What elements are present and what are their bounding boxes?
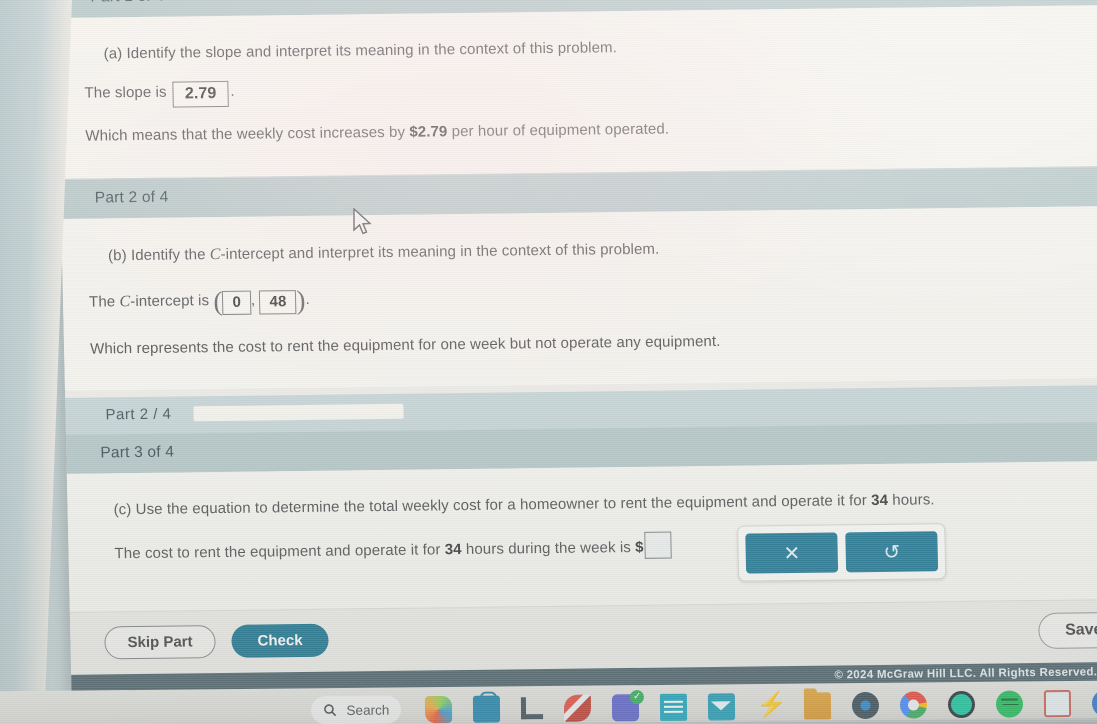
assignment-page: Part 1 of 4 (a) Identify the slope and i…: [56, 0, 1097, 696]
chrome-icon[interactable]: [900, 690, 928, 719]
interpretation-amount: $2.79: [409, 123, 448, 141]
part-3-answer-lead-pre: The cost to rent the equipment and opera…: [114, 541, 445, 563]
spotify-icon[interactable]: [996, 689, 1024, 718]
part-1-answer-period: .: [230, 83, 235, 101]
monitor-bezel: [0, 0, 73, 724]
copyright-text: © 2024 McGraw Hill LLC. All Rights Reser…: [834, 666, 1097, 682]
search-icon: [323, 704, 336, 717]
part-2-prompt-pre: (b) Identify the: [107, 245, 210, 264]
bolt-icon[interactable]: ⚡: [756, 690, 787, 719]
undo-button[interactable]: ↺: [845, 531, 939, 573]
skip-part-button[interactable]: Skip Part: [104, 624, 216, 659]
lshape-icon[interactable]: [521, 697, 544, 720]
part-3-prompt-post: hours.: [887, 491, 935, 509]
start-button-icon[interactable]: [285, 697, 289, 724]
part-2-answer-lead-pre: The: [88, 293, 120, 311]
mail-icon[interactable]: [708, 692, 736, 720]
coordinate-comma: ,: [250, 291, 256, 309]
part-2-prompt-post: -intercept and interpret its meaning in …: [220, 240, 660, 263]
part-3-answer-line: The cost to rent the equipment and opera…: [94, 522, 692, 574]
part-2-variable-c: C: [209, 245, 221, 263]
part-3-answer-hours: 34: [444, 541, 462, 559]
part-3-answer-lead-post: hours during the week is: [461, 539, 632, 559]
blue-circle-icon[interactable]: [1092, 689, 1097, 717]
c-intercept-x-box[interactable]: 0: [222, 290, 252, 316]
office-icon[interactable]: [564, 694, 592, 722]
red-square-icon[interactable]: [1044, 689, 1072, 717]
progress-bar: [193, 403, 404, 422]
paint-icon[interactable]: [425, 695, 453, 723]
slope-answer-box[interactable]: 2.79: [172, 81, 229, 108]
taskbar-search-box[interactable]: Search: [310, 695, 402, 724]
save-for-later-button[interactable]: Save Fo: [1037, 611, 1097, 650]
part-3-prompt-hours: 34: [870, 491, 889, 509]
c-intercept-y-box[interactable]: 48: [259, 290, 297, 315]
answer-keypad: ✕ ↺: [737, 523, 947, 582]
mouse-cursor: [353, 208, 372, 235]
part-1-card: (a) Identify the slope and interpret its…: [56, 4, 1097, 179]
cost-answer-input[interactable]: [644, 531, 672, 559]
gear-icon[interactable]: [852, 691, 880, 719]
taskbar-icon-group: ⚡: [425, 689, 1097, 723]
taskbar-search-placeholder: Search: [346, 702, 390, 718]
grammarly-icon[interactable]: [948, 690, 976, 718]
bag-icon[interactable]: [473, 694, 501, 723]
folder-icon[interactable]: [804, 691, 832, 720]
part-3-answer-row: The cost to rent the equipment and opera…: [68, 516, 1097, 589]
part-2-answer-lead-post: -intercept is: [130, 292, 210, 311]
notes-icon[interactable]: [660, 693, 688, 721]
clear-button[interactable]: ✕: [745, 532, 839, 574]
teams-icon[interactable]: [612, 693, 640, 721]
part-2-answer-period: .: [305, 291, 310, 309]
interpretation-pre-text: Which means that the weekly cost increas…: [85, 123, 410, 145]
check-button[interactable]: Check: [231, 623, 329, 658]
currency-symbol: $: [635, 538, 644, 556]
part-3-card: (c) Use the equation to determine the to…: [66, 460, 1097, 612]
photographed-screen-scene: Part 1 of 4 (a) Identify the slope and i…: [0, 0, 1097, 724]
part-3-prompt-pre: (c) Use the equation to determine the to…: [113, 491, 872, 519]
part-1-answer-label: The slope is: [84, 83, 167, 102]
progress-label: Part 2 / 4: [105, 405, 172, 424]
part-2-card: (b) Identify the C-intercept and interpr…: [61, 204, 1097, 391]
browser-viewport: Part 1 of 4 (a) Identify the slope and i…: [56, 0, 1097, 698]
interpretation-post-text: per hour of equipment operated.: [447, 120, 670, 141]
part-2-answer-variable-c: C: [119, 293, 131, 311]
